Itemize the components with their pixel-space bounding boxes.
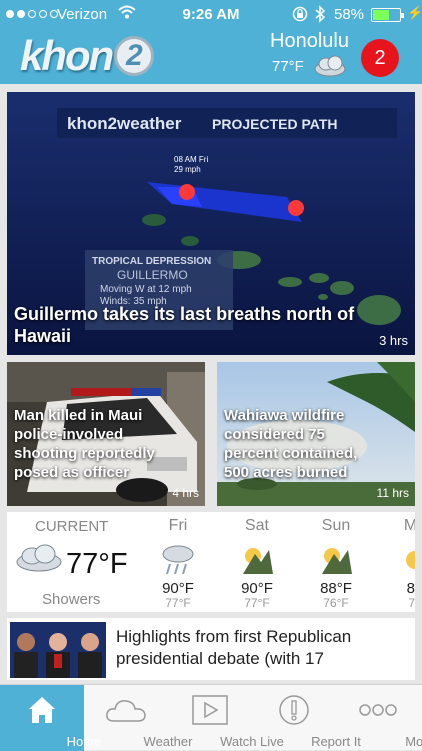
current-condition: Showers bbox=[42, 591, 101, 608]
story-timestamp: 4 hrs bbox=[172, 486, 199, 500]
svg-text:GUILLERMO: GUILLERMO bbox=[117, 268, 188, 282]
battery-icon bbox=[371, 8, 404, 22]
current-temperature: 77°F bbox=[66, 548, 128, 580]
location-city[interactable]: Honolulu bbox=[270, 30, 349, 53]
story-headline: Man killed in Maui police-involved shoot… bbox=[14, 407, 155, 481]
story-timestamp: 11 hrs bbox=[376, 486, 409, 500]
tab-watch-live[interactable]: Watch Live bbox=[168, 685, 284, 751]
header-temperature: 77°F bbox=[272, 58, 304, 75]
forecast-day: Fri 90°F 77°F bbox=[148, 512, 208, 612]
sunny-icon bbox=[406, 551, 415, 569]
svg-text:TROPICAL DEPRESSION: TROPICAL DEPRESSION bbox=[92, 256, 211, 267]
battery-percent: 58% bbox=[334, 6, 365, 23]
khon2-logo[interactable]: khon 2 bbox=[20, 32, 155, 79]
bluetooth-icon bbox=[315, 5, 326, 23]
forecast-day: Sat 90°F 77°F bbox=[227, 512, 287, 612]
svg-text:Moving W at 12 mph: Moving W at 12 mph bbox=[100, 284, 192, 295]
svg-text:08 AM Fri: 08 AM Fri bbox=[174, 155, 208, 164]
hero-headline: Guillermo takes its last breaths north o… bbox=[14, 304, 355, 346]
tab-weather[interactable]: Weather bbox=[84, 685, 192, 751]
hero-story[interactable]: khon2weather PROJECTED PATH 08 AM Fri 29… bbox=[7, 92, 415, 355]
play-icon bbox=[168, 691, 252, 729]
svg-text:PROJECTED PATH: PROJECTED PATH bbox=[212, 116, 338, 132]
tab-home[interactable]: Home bbox=[0, 685, 101, 751]
notification-badge[interactable]: 2 bbox=[361, 39, 399, 77]
current-label: CURRENT bbox=[35, 518, 109, 535]
more-icon bbox=[336, 691, 420, 729]
debate-candidates-thumbnail bbox=[10, 622, 106, 678]
story-list-item[interactable]: Highlights from first Republican preside… bbox=[7, 618, 415, 680]
svg-text:29 mph: 29 mph bbox=[174, 165, 201, 174]
rain-icon bbox=[162, 545, 194, 575]
cloud-icon bbox=[314, 55, 346, 77]
alert-icon bbox=[252, 691, 336, 729]
tab-bar: Home Weather Watch Live Report It Mo bbox=[0, 684, 422, 751]
partly-sunny-icon bbox=[243, 548, 273, 574]
app-header: khon 2 Honolulu 77°F 2 bbox=[0, 30, 422, 84]
charging-icon: ⚡ bbox=[407, 5, 422, 20]
status-bar: Verizon 9:26 AM 58% ⚡ bbox=[0, 0, 422, 30]
tab-report-it[interactable]: Report It bbox=[252, 685, 361, 751]
story-headline: Highlights from first Republican preside… bbox=[116, 627, 352, 668]
forecast-day: Mo 89 76 bbox=[385, 512, 415, 612]
story-card-wahiawa[interactable]: Wahiawa wildfire considered 75 percent c… bbox=[217, 362, 415, 506]
story-headline: Wahiawa wildfire considered 75 percent c… bbox=[224, 407, 358, 481]
story-card-maui[interactable]: Man killed in Maui police-involved shoot… bbox=[7, 362, 205, 506]
home-icon bbox=[0, 691, 84, 729]
rotation-lock-icon bbox=[292, 6, 308, 22]
showers-icon bbox=[16, 544, 62, 572]
forecast-day: Sun 88°F 76°F bbox=[306, 512, 366, 612]
svg-text:khon2weather: khon2weather bbox=[67, 114, 182, 133]
cloud-icon bbox=[84, 691, 168, 729]
weather-forecast-strip[interactable]: CURRENT 77°F Showers Fri 90°F 77°F Sat 9… bbox=[7, 512, 415, 612]
hero-timestamp: 3 hrs bbox=[379, 333, 408, 348]
tab-more[interactable]: More bbox=[336, 685, 422, 751]
partly-sunny-icon bbox=[322, 548, 352, 574]
